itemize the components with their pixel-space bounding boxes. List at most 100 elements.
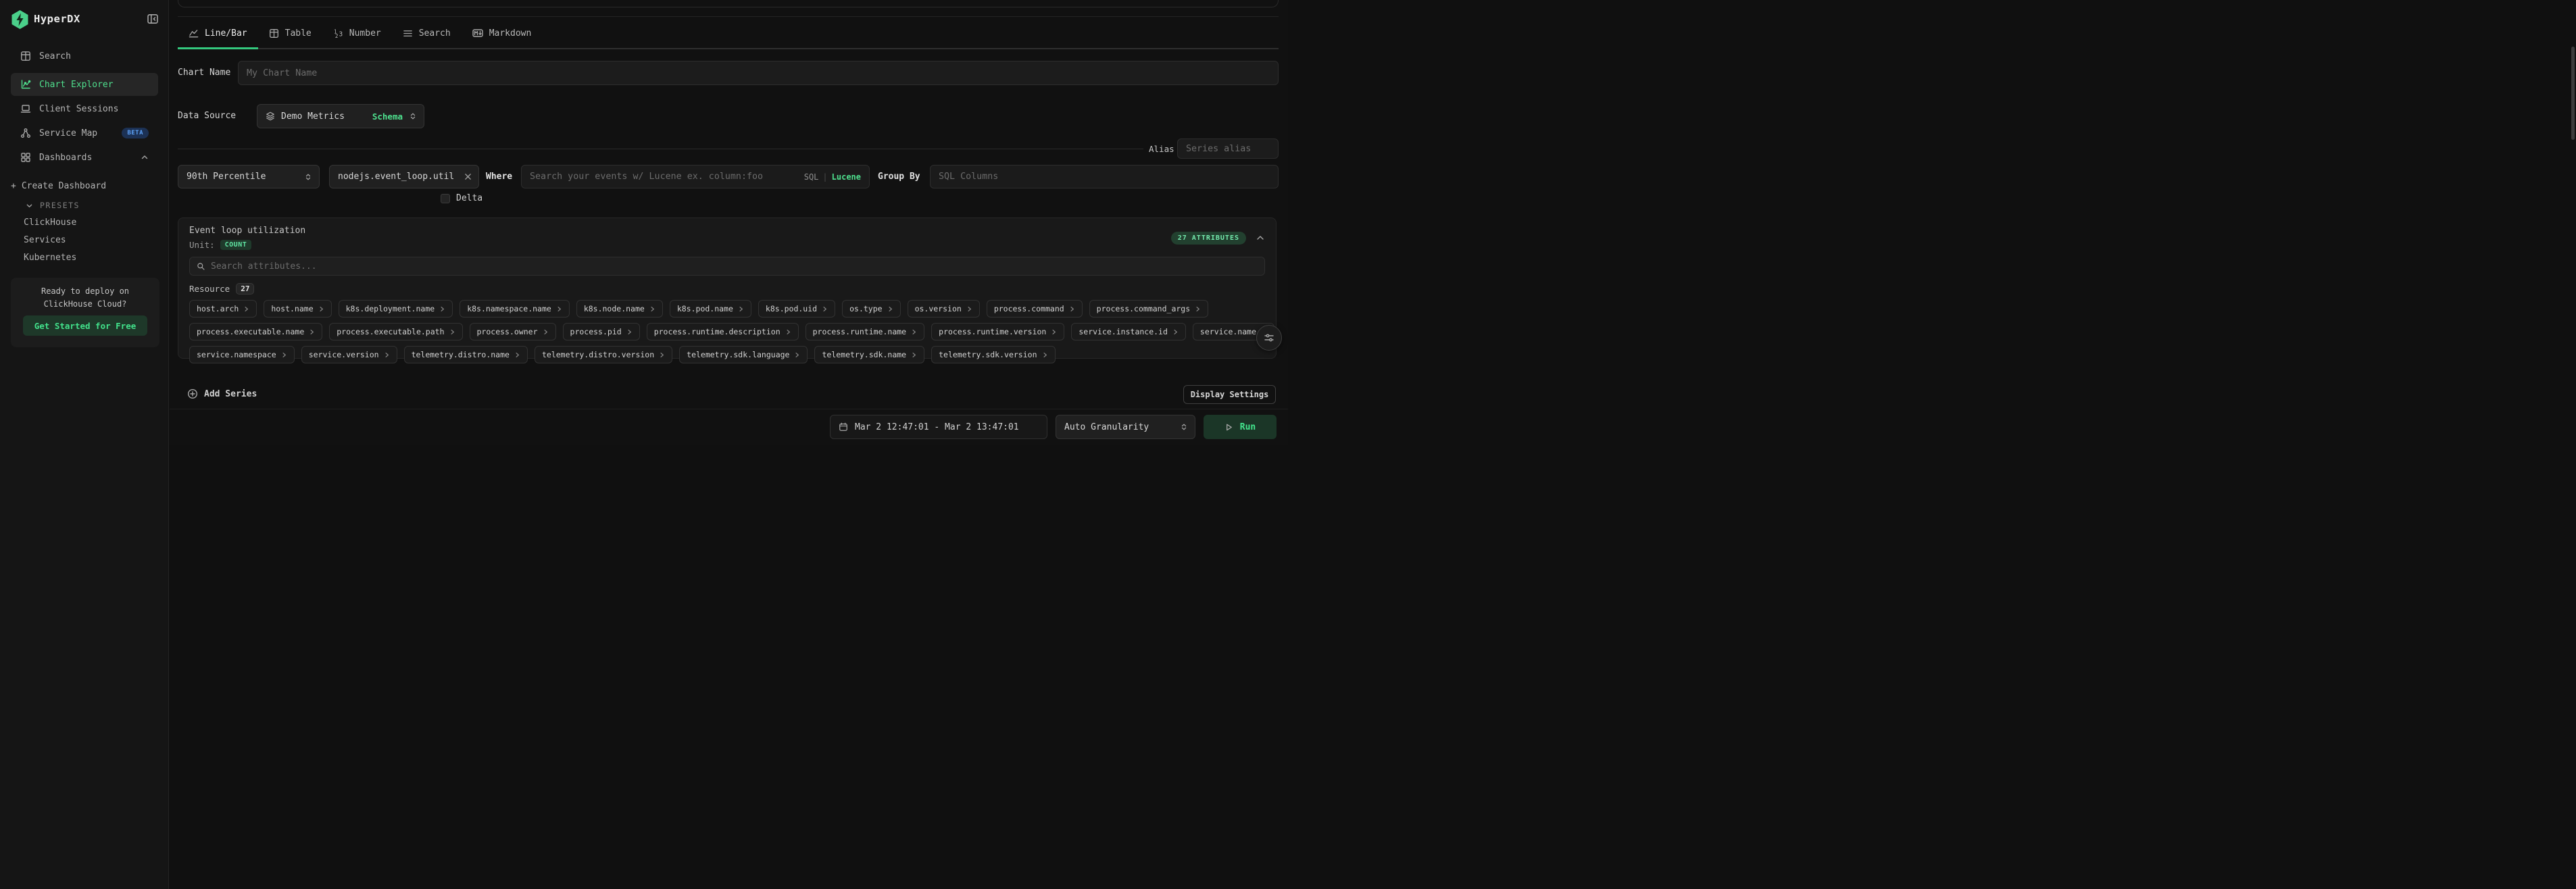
remove-metric-icon[interactable]	[464, 173, 472, 180]
chevron-right-icon	[514, 352, 520, 358]
attribute-chip[interactable]: k8s.pod.name	[670, 300, 751, 318]
metric-chip[interactable]: nodejs.event_loop.util	[329, 165, 479, 188]
tab-line-bar[interactable]: Line/Bar	[178, 19, 258, 49]
sidebar-item-label: Client Sessions	[39, 104, 118, 114]
attribute-chip[interactable]: telemetry.sdk.name	[814, 346, 924, 363]
aggregation-value: 90th Percentile	[187, 172, 266, 182]
attributes-header-right: 27 ATTRIBUTES	[1171, 232, 1265, 245]
attribute-chip[interactable]: host.arch	[189, 300, 257, 318]
attribute-chip[interactable]: process.executable.name	[189, 323, 322, 340]
attribute-chip-label: process.executable.name	[197, 327, 304, 336]
lucene-mode-toggle[interactable]: Lucene	[832, 172, 861, 182]
attribute-chip[interactable]: process.owner	[470, 323, 556, 340]
promo-text: Ready to deploy on ClickHouse Cloud?	[18, 285, 153, 310]
chevron-right-icon	[543, 329, 549, 335]
time-range-picker[interactable]: Mar 2 12:47:01 - Mar 2 13:47:01	[830, 415, 1047, 439]
run-button[interactable]: Run	[1204, 415, 1277, 439]
attribute-chip[interactable]: service.namespace	[189, 346, 295, 363]
list-icon	[403, 28, 413, 39]
attribute-chip[interactable]: process.pid	[563, 323, 640, 340]
attribute-chip-label: service.instance.id	[1079, 327, 1168, 336]
attribute-chip[interactable]: os.version	[908, 300, 980, 318]
scrollbar-thumb[interactable]	[2571, 47, 2575, 140]
unit-label: Unit:	[189, 240, 215, 250]
attribute-chip[interactable]: process.runtime.name	[806, 323, 924, 340]
svg-text:3: 3	[339, 30, 343, 38]
sidebar-item-search[interactable]: Search	[11, 45, 158, 68]
sidebar-item-service-map[interactable]: Service Map BETA	[11, 122, 158, 145]
display-settings-button[interactable]: Display Settings	[1183, 385, 1276, 404]
delta-checkbox[interactable]	[441, 194, 450, 203]
group-by-input[interactable]	[939, 172, 1270, 182]
collapse-panel-chevron-up-icon[interactable]	[1256, 233, 1265, 243]
chevron-right-icon	[439, 306, 445, 312]
delta-row: Delta	[441, 193, 482, 203]
attribute-chip[interactable]: process.runtime.description	[647, 323, 799, 340]
get-started-button[interactable]: Get Started for Free	[23, 315, 147, 336]
attribute-chip[interactable]: process.runtime.version	[931, 323, 1064, 340]
attribute-chip-row: host.arch host.name k8s.deployment.name …	[189, 300, 1265, 318]
attribute-chip[interactable]: process.command_args	[1089, 300, 1208, 318]
schema-link[interactable]: Schema	[372, 111, 403, 122]
preset-kubernetes[interactable]: Kubernetes	[24, 250, 76, 265]
alias-input[interactable]	[1186, 144, 1270, 154]
granularity-select[interactable]: Auto Granularity	[1056, 415, 1195, 439]
attribute-chip[interactable]: os.type	[842, 300, 900, 318]
metric-name: nodejs.event_loop.util	[338, 172, 454, 182]
filter-settings-fab[interactable]	[1256, 325, 1282, 351]
chart-name-input[interactable]	[247, 68, 1270, 78]
attribute-search-input[interactable]	[211, 261, 1258, 272]
data-source-value: Demo Metrics	[281, 111, 345, 122]
tab-search[interactable]: Search	[392, 19, 462, 49]
where-search-input[interactable]	[530, 172, 804, 182]
tab-label: Line/Bar	[205, 28, 247, 39]
attribute-chip-label: k8s.pod.name	[677, 304, 733, 313]
attribute-search-wrap	[189, 257, 1265, 276]
sql-mode-toggle[interactable]: SQL	[804, 172, 819, 182]
metric-attributes-panel: Event loop utilization Unit: COUNT 27 AT…	[178, 218, 1277, 359]
attribute-chip[interactable]: telemetry.sdk.language	[679, 346, 808, 363]
chart-explorer-icon	[20, 79, 31, 90]
group-by-label: Group By	[878, 172, 920, 182]
sidebar-item-dashboards[interactable]: Dashboards	[11, 146, 158, 169]
select-updown-icon	[304, 173, 312, 181]
tab-markdown[interactable]: Markdown	[462, 19, 543, 49]
attribute-chip[interactable]: telemetry.distro.name	[404, 346, 528, 363]
delta-label: Delta	[456, 193, 482, 203]
chevron-right-icon	[1051, 329, 1057, 335]
attribute-chip[interactable]: telemetry.sdk.version	[931, 346, 1055, 363]
line-chart-icon	[189, 28, 199, 39]
attribute-chip[interactable]: k8s.namespace.name	[460, 300, 570, 318]
unit-badge: COUNT	[220, 240, 252, 250]
sidebar-item-chart-explorer[interactable]: Chart Explorer	[11, 73, 158, 96]
attribute-chip-label: service.name	[1200, 327, 1256, 336]
attribute-chip[interactable]: telemetry.distro.version	[535, 346, 672, 363]
chart-name-label: Chart Name	[178, 68, 230, 78]
attribute-chip[interactable]: k8s.node.name	[576, 300, 663, 318]
tab-number[interactable]: 123 Number	[322, 19, 392, 49]
attribute-chip[interactable]: service.version	[301, 346, 397, 363]
preset-clickhouse[interactable]: ClickHouse	[24, 215, 76, 230]
chevron-right-icon	[738, 306, 744, 312]
attribute-chip[interactable]: host.name	[264, 300, 331, 318]
create-dashboard-button[interactable]: + Create Dashboard	[11, 178, 106, 193]
layers-icon	[266, 111, 275, 121]
sidebar-collapse-button[interactable]	[147, 13, 159, 25]
attribute-chip[interactable]: process.executable.path	[329, 323, 462, 340]
number-123-icon: 123	[333, 28, 343, 39]
tab-table[interactable]: Table	[258, 19, 322, 49]
add-series-button[interactable]: Add Series	[187, 385, 257, 403]
attribute-chip[interactable]: process.command	[987, 300, 1083, 318]
attribute-chip[interactable]: service.instance.id	[1071, 323, 1186, 340]
aggregation-select[interactable]: 90th Percentile	[178, 165, 320, 188]
presets-toggle[interactable]: PRESETS	[26, 201, 80, 210]
sidebar: HyperDX Search Chart Explorer Client Ses…	[0, 0, 169, 889]
attribute-chip[interactable]: k8s.pod.uid	[758, 300, 835, 318]
attribute-chip[interactable]: k8s.deployment.name	[339, 300, 453, 318]
chevron-right-icon	[785, 329, 791, 335]
preset-services[interactable]: Services	[24, 232, 66, 247]
data-source-select[interactable]: Demo Metrics Schema	[257, 104, 424, 128]
chevron-right-icon	[1069, 306, 1075, 312]
chevron-right-icon	[309, 329, 315, 335]
sidebar-item-client-sessions[interactable]: Client Sessions	[11, 97, 158, 120]
